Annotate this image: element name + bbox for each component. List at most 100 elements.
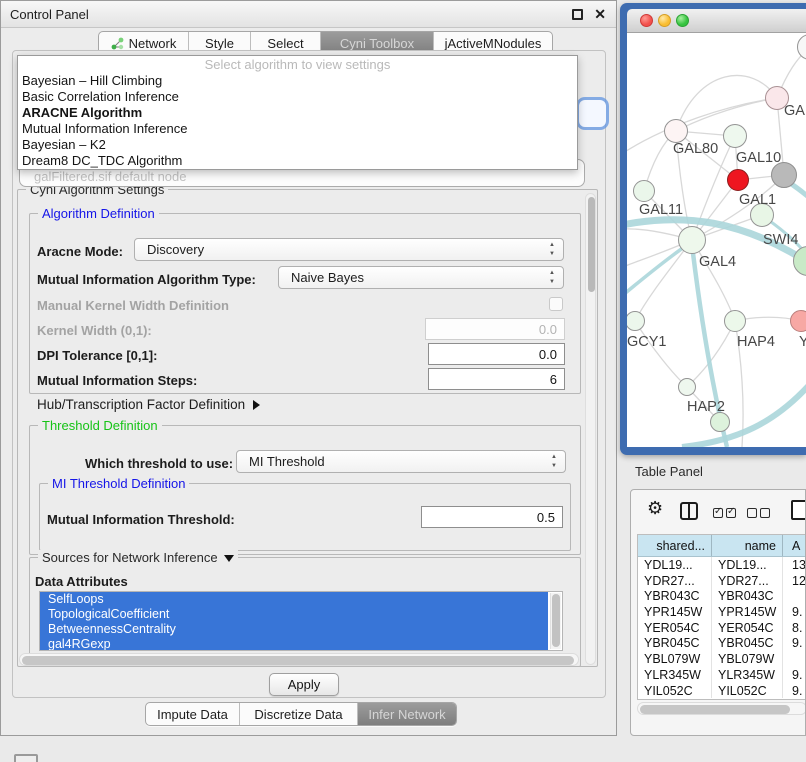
mi-algorithm-type-label: Mutual Information Algorithm Type: <box>37 272 256 287</box>
mi-algorithm-type-combo[interactable]: Naive Bayes ▲▼ <box>278 266 564 289</box>
node-table: shared... name A YDL19...YDL19...13 YDR2… <box>637 534 806 700</box>
columns-icon[interactable] <box>680 502 698 520</box>
mi-steps-field[interactable]: 6 <box>428 368 565 390</box>
new-table-icon[interactable] <box>791 500 806 520</box>
settings-hscroll-thumb[interactable] <box>22 656 574 665</box>
tab-infer-network[interactable]: Infer Network <box>358 703 456 725</box>
list-item-betweennesscentrality[interactable]: BetweennessCentrality <box>40 622 548 637</box>
node-label-gal10: GAL10 <box>736 150 781 166</box>
popup-item-mutual-information[interactable]: Mutual Information Inference <box>18 121 577 137</box>
table-row[interactable]: YDL19...YDL19...13 <box>638 557 806 573</box>
mi-threshold-field[interactable]: 0.5 <box>421 506 563 528</box>
node-label-y-cut: Y <box>799 334 806 350</box>
node-bottom-green[interactable] <box>710 412 730 432</box>
node-gal11[interactable] <box>633 180 655 202</box>
minimize-traffic-light-icon[interactable] <box>658 14 671 27</box>
float-window-icon[interactable] <box>572 9 583 20</box>
node-label-gal-cut: GAL <box>784 103 806 119</box>
node-hap2[interactable] <box>678 378 696 396</box>
column-header-name[interactable]: name <box>712 535 783 556</box>
table-row[interactable]: YER054CYER054C8. <box>638 620 806 636</box>
list-item-topologicalcoefficient[interactable]: TopologicalCoefficient <box>40 607 548 622</box>
table-row[interactable]: YLR345WYLR345W9. <box>638 667 806 683</box>
popup-item-bayesian-hill[interactable]: Bayesian – Hill Climbing <box>18 73 577 89</box>
settings-vscroll-thumb[interactable] <box>588 197 595 292</box>
tab-discretize-data[interactable]: Discretize Data <box>240 703 358 725</box>
node-label-gal11: GAL11 <box>639 202 683 218</box>
apply-button[interactable]: Apply <box>269 673 339 696</box>
gear-icon[interactable]: ⚙ <box>647 499 663 517</box>
which-threshold-label: Which threshold to use: <box>85 456 233 471</box>
popup-item-bayesian-k2[interactable]: Bayesian – K2 <box>18 137 577 153</box>
node-gal80[interactable] <box>664 119 688 143</box>
algorithm-definition-title: Algorithm Definition <box>38 206 159 221</box>
hub-section-toggle[interactable]: Hub/Transcription Factor Definition <box>37 397 260 412</box>
popup-item-aracne[interactable]: ARACNE Algorithm <box>18 105 577 121</box>
list-item-gal4rgexp[interactable]: gal4RGexp <box>40 637 548 651</box>
list-item-selfloops[interactable]: SelfLoops <box>40 592 548 607</box>
control-panel-titlebar: Control Panel ✕ <box>1 1 616 28</box>
dpi-tolerance-field[interactable]: 0.0 <box>428 343 565 365</box>
bottom-tab-bar: Impute Data Discretize Data Infer Networ… <box>145 702 457 726</box>
table-row[interactable]: YPR145WYPR145W9. <box>638 604 806 620</box>
close-traffic-light-icon[interactable] <box>640 14 653 27</box>
node-label-gcy1: GCY1 <box>627 334 667 350</box>
close-icon[interactable]: ✕ <box>594 6 606 23</box>
network-view-window: GAL GAL80 GAL10 GAL1 GAL11 SWI4 GAL4 GCY… <box>620 3 806 455</box>
deselect-all-checkboxes-icon[interactable] <box>747 505 773 523</box>
popup-item-basic-correlation[interactable]: Basic Correlation Inference <box>18 89 577 105</box>
aracne-mode-combo[interactable]: Discovery ▲▼ <box>134 238 564 261</box>
table-row[interactable]: YBL079WYBL079W <box>638 651 806 667</box>
sources-title[interactable]: Sources for Network Inference <box>38 550 238 565</box>
node-gal1-selected[interactable] <box>727 169 749 191</box>
column-header-cut[interactable]: A <box>783 535 806 556</box>
node-label-swi4: SWI4 <box>763 232 798 248</box>
network-icon <box>111 37 124 50</box>
algorithm-popup-hint: Select algorithm to view settings <box>18 56 577 73</box>
settings-vertical-scrollbar[interactable] <box>585 193 596 665</box>
control-panel-window: Control Panel ✕ Network Style Select Cyn… <box>0 0 617 736</box>
table-data-combo-value: galFiltered.sif default node <box>34 169 186 184</box>
network-window-titlebar <box>627 9 806 33</box>
data-attributes-list: SelfLoops TopologicalCoefficient Between… <box>39 591 563 651</box>
which-threshold-combo[interactable]: MI Threshold ▲▼ <box>236 450 566 473</box>
attributes-list-scrollbar[interactable] <box>550 593 561 649</box>
tab-impute-data[interactable]: Impute Data <box>146 703 240 725</box>
node-salmon-cut[interactable] <box>790 310 806 332</box>
node-label-gal1: GAL1 <box>739 192 776 208</box>
data-attributes-label: Data Attributes <box>35 574 128 589</box>
node-label-hap2: HAP2 <box>687 399 725 415</box>
table-panel-window: ⚙ shared... name A YDL19...YDL19...13 YD… <box>630 489 806 736</box>
expanded-arrow-icon <box>224 555 234 562</box>
table-row[interactable]: YIL052CYIL052C9. <box>638 683 806 699</box>
table-row[interactable]: YBR045CYBR045C9. <box>638 635 806 651</box>
settings-horizontal-scrollbar[interactable] <box>19 653 579 666</box>
table-panel-title: Table Panel <box>635 464 703 479</box>
node-hap4[interactable] <box>724 310 746 332</box>
node-gal10[interactable] <box>723 124 747 148</box>
threshold-definition-title: Threshold Definition <box>38 418 162 433</box>
popup-item-dream8[interactable]: Dream8 DC_TDC Algorithm <box>18 153 577 169</box>
inference-algorithm-combo-fragment[interactable] <box>579 100 606 127</box>
manual-kernel-label: Manual Kernel Width Definition <box>37 298 229 313</box>
table-horizontal-scrollbar[interactable] <box>637 702 806 715</box>
combo-arrows-icon: ▲▼ <box>549 269 555 287</box>
table-row[interactable]: YDR27...YDR27...12 <box>638 573 806 589</box>
combo-arrows-icon: ▲▼ <box>551 453 557 471</box>
minimized-panel-icon[interactable] <box>14 754 38 762</box>
page-title: Control Panel <box>10 7 89 22</box>
select-all-checkboxes-icon[interactable] <box>713 505 739 523</box>
network-canvas[interactable]: GAL GAL80 GAL10 GAL1 GAL11 SWI4 GAL4 GCY… <box>627 33 806 447</box>
table-hscroll-thumb[interactable] <box>640 705 790 714</box>
column-header-shared[interactable]: shared... <box>638 535 712 556</box>
manual-kernel-checkbox[interactable] <box>549 297 563 311</box>
aracne-mode-label: Aracne Mode: <box>37 244 123 259</box>
table-row[interactable]: YBR043CYBR043C <box>638 588 806 604</box>
tab-network-label: Network <box>129 36 177 51</box>
mi-threshold-label: Mutual Information Threshold: <box>47 512 235 527</box>
node-label-gal80: GAL80 <box>673 141 718 157</box>
node-gal4[interactable] <box>678 226 706 254</box>
kernel-width-label: Kernel Width (0,1): <box>37 323 152 338</box>
zoom-traffic-light-icon[interactable] <box>676 14 689 27</box>
kernel-width-field[interactable]: 0.0 <box>425 318 565 340</box>
